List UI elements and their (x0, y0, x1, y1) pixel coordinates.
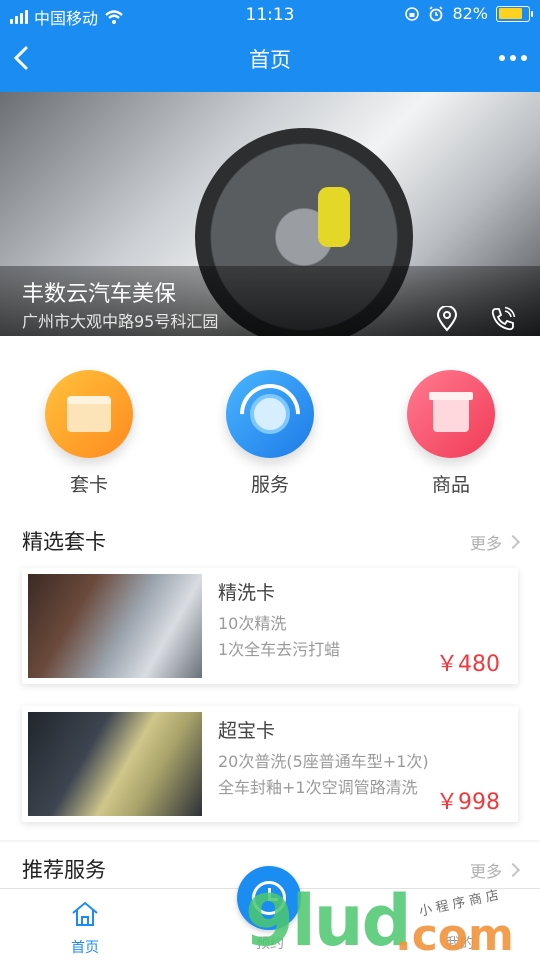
category-label: 服务 (250, 474, 289, 496)
top-bar: 中国移动 11:13 82% 首页 (0, 0, 540, 92)
package-card-list: 精洗卡 10次精洗 1次全车去污打蜡 ￥480 超宝卡 20次普洗(5座普通车型… (0, 564, 540, 840)
rotation-lock-icon (405, 6, 420, 21)
shop-banner[interactable]: 丰数云汽车美保 广州市大观中路95号科汇园 (0, 92, 540, 336)
chevron-right-icon (505, 534, 521, 550)
category-label: 商品 (431, 474, 470, 496)
page-title: 首页 (249, 48, 291, 72)
category-row: 套卡 服务 商品 (0, 336, 540, 514)
watermark-logo: 9lud (245, 880, 412, 960)
section-title: 推荐服务 (22, 858, 106, 882)
package-desc-2: 1次全车去污打蜡 (218, 640, 341, 659)
category-service[interactable]: 服务 (210, 370, 330, 497)
shop-address: 广州市大观中路95号科汇园 (22, 312, 219, 331)
category-card-package[interactable]: 套卡 (29, 370, 149, 497)
phone-call-icon[interactable] (490, 306, 516, 332)
status-right: 82% (404, 4, 533, 23)
package-name: 精洗卡 (218, 582, 276, 604)
car-sponge-photo (28, 712, 202, 816)
tab-label: 首页 (71, 940, 99, 956)
package-name: 超宝卡 (218, 720, 276, 742)
location-pin-icon[interactable] (435, 306, 459, 332)
alarm-icon (429, 5, 444, 21)
package-price: ￥480 (436, 652, 500, 677)
package-price: ￥998 (436, 790, 500, 815)
more-label: 更多 (469, 862, 502, 881)
home-icon (72, 901, 98, 926)
car-wash-photo (28, 574, 202, 678)
watermark-suffix: .com (395, 910, 514, 960)
package-desc-1: 10次精洗 (218, 614, 287, 633)
card-icon[interactable] (45, 370, 133, 458)
service-icon[interactable] (226, 370, 314, 458)
package-card[interactable]: 超宝卡 20次普洗(5座普通车型+1次) 全车封釉+1次空调管路清洗 ￥998 (22, 706, 518, 822)
recommended-more-link[interactable]: 更多 (469, 858, 521, 882)
category-product[interactable]: 商品 (391, 370, 511, 497)
nav-bar: 首页 (0, 30, 540, 92)
battery-icon (496, 5, 533, 22)
status-bar: 中国移动 11:13 82% (0, 0, 540, 30)
more-label: 更多 (469, 534, 502, 553)
package-desc-2: 全车封釉+1次空调管路清洗 (218, 778, 418, 797)
battery-percent: 82% (452, 4, 488, 23)
package-desc-1: 20次普洗(5座普通车型+1次) (218, 752, 429, 771)
battery-fill (498, 8, 523, 19)
shop-name: 丰数云汽车美保 (22, 282, 177, 307)
banner-caliper-image (318, 187, 350, 247)
category-label: 套卡 (69, 474, 108, 496)
section-title: 精选套卡 (22, 530, 106, 554)
featured-section-header: 精选套卡 更多 (0, 514, 540, 564)
tab-home[interactable]: 首页 (45, 899, 125, 957)
product-icon[interactable] (407, 370, 495, 458)
more-menu-icon[interactable] (496, 50, 530, 66)
chevron-right-icon (505, 862, 521, 878)
featured-more-link[interactable]: 更多 (469, 530, 521, 554)
package-card[interactable]: 精洗卡 10次精洗 1次全车去污打蜡 ￥480 (22, 568, 518, 684)
